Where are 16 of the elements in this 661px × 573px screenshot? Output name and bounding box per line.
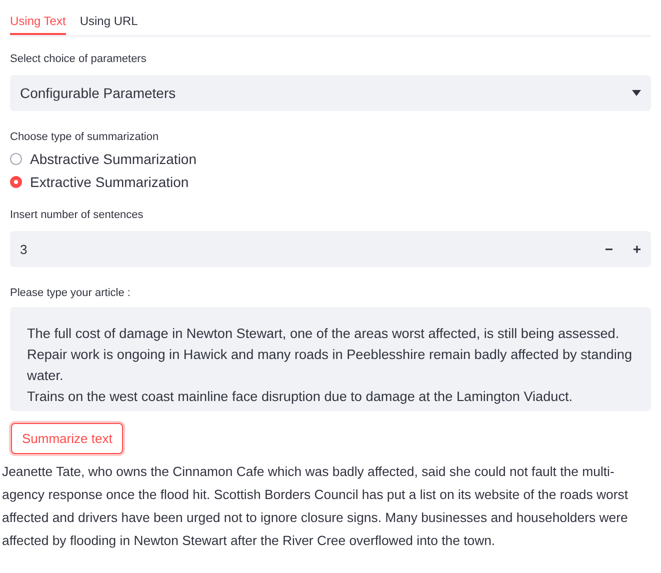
- decrement-button[interactable]: −: [595, 241, 623, 257]
- caret-icon: [632, 90, 641, 96]
- radio-button[interactable]: [10, 152, 22, 164]
- article-text-area[interactable]: The full cost of damage in Newton Stewart, one of the areas worst affected, is still being assessed. Repair work is ongoing in Hawick and many roads in Peeblesshire remain badly affected by standing water. Trains on the west coast mainline face disruption due to damage at the Lamington Viaduct.: [10, 307, 651, 411]
- radio-label: Abstractive Summarization: [30, 150, 197, 166]
- increment-button[interactable]: +: [623, 241, 651, 257]
- field-label: Insert number of sentences: [10, 209, 144, 221]
- field-label: Select choice of parameters: [10, 53, 148, 65]
- number-input[interactable]: 3 − +: [10, 231, 651, 267]
- field-label: Choose type of summarization: [10, 131, 160, 143]
- parameters-dropdown[interactable]: Configurable Parameters: [10, 75, 651, 111]
- radio-label: Extractive Summarization: [30, 174, 189, 190]
- field-label: Please type your article :: [10, 287, 132, 299]
- radio-button[interactable]: [10, 176, 22, 188]
- tab[interactable]: Using URL: [80, 0, 138, 35]
- summary-text: Jeanette Tate, who owns the Cinnamon Cafe which was badly affected, said she could not fault the multi-agency response once the flood hit. Scottish Borders Council has put a list on its website of the roads worst affected and drivers have been urged not to ignore closure signs. Many businesses and householders were affected by flooding in Newton Stewart after the River Cree overflowed into the town.: [2, 463, 630, 550]
